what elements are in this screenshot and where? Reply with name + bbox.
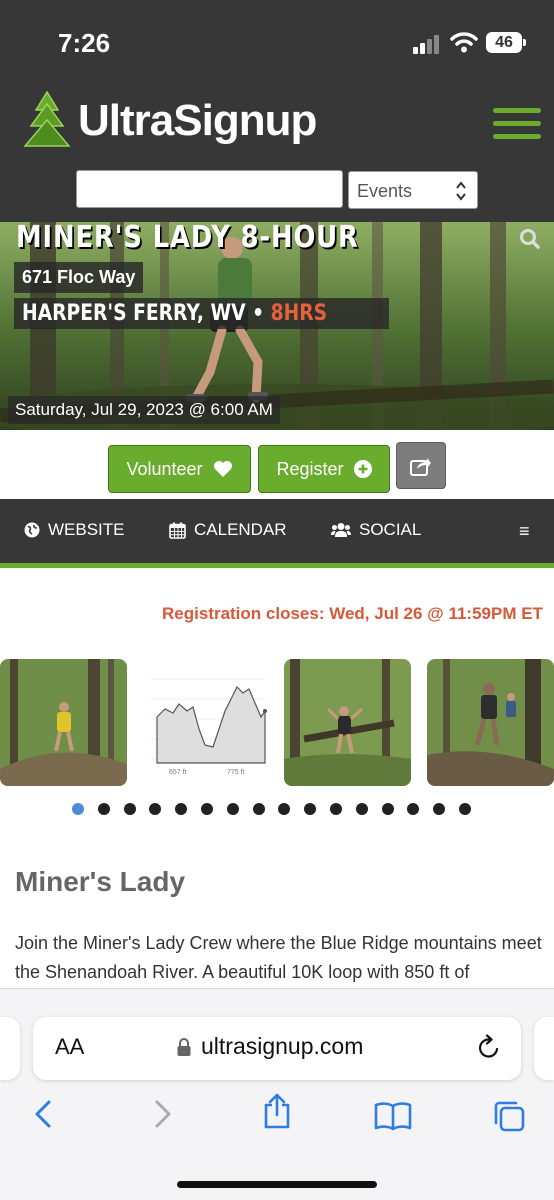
nav-calendar-label: CALENDAR: [194, 520, 287, 539]
trail-runner-photo: [0, 659, 127, 786]
location-text: HARPER'S FERRY, WV: [22, 301, 246, 326]
browser-toolbar: AA ultrasignup.com: [0, 988, 554, 1200]
carousel-elevation-chart[interactable]: 657 ft 775 ft: [143, 659, 270, 786]
previous-tab-edge[interactable]: [0, 1017, 20, 1080]
nav-website[interactable]: WEBSITE: [24, 520, 125, 540]
cellular-signal-icon: [413, 34, 443, 54]
hamburger-menu-button[interactable]: [493, 108, 541, 140]
hero-banner: MINER'S LADY 8-HOUR 671 Floc Way HARPER'…: [0, 222, 554, 430]
address-bar[interactable]: AA ultrasignup.com: [33, 1017, 521, 1080]
carousel-dot[interactable]: [175, 803, 188, 815]
share-button[interactable]: [396, 442, 446, 489]
carousel-dot[interactable]: [278, 803, 291, 815]
tabs-icon[interactable]: [492, 1099, 526, 1133]
site-header: UltraSignup Events: [0, 74, 554, 222]
trail-runner-photo: [284, 659, 411, 786]
home-indicator: [177, 1181, 377, 1188]
elevation-profile-graphic: [143, 659, 270, 786]
register-label: Register: [276, 458, 344, 479]
nav-accent-divider: [0, 563, 554, 568]
carousel-dot[interactable]: [330, 803, 342, 815]
share-sheet-icon[interactable]: [262, 1093, 292, 1129]
heart-icon: [213, 461, 232, 477]
carousel-dot[interactable]: [304, 803, 317, 815]
carousel-dot[interactable]: [123, 803, 136, 815]
plus-circle-icon: [353, 460, 372, 478]
volunteer-button[interactable]: Volunteer: [108, 445, 251, 493]
event-duration: 8HRS: [270, 301, 328, 326]
search-type-value: Events: [357, 181, 413, 201]
event-date: Saturday, Jul 29, 2023 @ 6:00 AM: [8, 396, 280, 424]
carousel-dot[interactable]: [201, 803, 213, 815]
text-size-button[interactable]: AA: [55, 1034, 84, 1060]
wifi-icon: [450, 32, 478, 53]
calendar-icon: [169, 522, 186, 539]
register-button[interactable]: Register: [258, 445, 390, 493]
volunteer-label: Volunteer: [126, 458, 203, 479]
globe-icon: [24, 522, 40, 538]
search-type-select[interactable]: Events: [348, 171, 478, 209]
event-banner-title: MINER'S LADY 8-HOUR: [16, 222, 359, 255]
carousel-dot[interactable]: [97, 803, 110, 815]
carousel-dot[interactable]: [226, 803, 239, 815]
nav-social[interactable]: SOCIAL: [331, 520, 421, 540]
carousel-dot[interactable]: [407, 803, 420, 815]
carousel-dot[interactable]: [381, 803, 394, 815]
nav-website-label: WEBSITE: [48, 520, 125, 539]
brand-logo[interactable]: UltraSignup: [78, 96, 317, 146]
nav-social-label: SOCIAL: [359, 520, 422, 539]
forward-arrow-icon[interactable]: [152, 1099, 174, 1129]
carousel-dot[interactable]: [149, 803, 162, 815]
carousel-dot[interactable]: [355, 803, 368, 815]
search-icon[interactable]: [519, 228, 541, 250]
carousel-photo-3[interactable]: [284, 659, 411, 786]
share-icon: [410, 457, 431, 476]
next-tab-edge[interactable]: [534, 1017, 554, 1080]
carousel-photo-4[interactable]: [427, 659, 554, 786]
carousel-dot[interactable]: [252, 803, 265, 815]
elevation-low-label: 657 ft: [169, 769, 187, 776]
carousel-dot[interactable]: [459, 803, 471, 815]
event-address: 671 Floc Way: [14, 262, 144, 293]
location-separator: •: [252, 301, 265, 326]
carousel-photo-1[interactable]: [0, 659, 127, 786]
reload-icon[interactable]: [477, 1034, 501, 1060]
battery-icon: 46: [486, 32, 526, 53]
back-arrow-icon[interactable]: [32, 1099, 54, 1129]
lock-icon: [177, 1038, 191, 1056]
status-bar: 7:26 46: [0, 0, 554, 74]
search-input[interactable]: [76, 170, 343, 208]
carousel-dot[interactable]: [72, 803, 84, 815]
status-time: 7:26: [58, 28, 111, 58]
url-text: ultrasignup.com: [201, 1033, 364, 1059]
users-icon: [331, 523, 351, 537]
chevron-up-down-icon: [456, 181, 466, 201]
carousel-dot[interactable]: [433, 803, 446, 815]
bookmarks-icon[interactable]: [374, 1101, 412, 1131]
trail-runners-photo: [427, 659, 554, 786]
event-location: HARPER'S FERRY, WV • 8HRS: [14, 298, 389, 329]
nav-calendar[interactable]: CALENDAR: [169, 520, 287, 540]
nav-more-menu-icon[interactable]: ≡: [519, 521, 530, 542]
elevation-high-label: 775 ft: [227, 769, 245, 776]
event-name-heading: Miner's Lady: [15, 866, 186, 897]
event-nav-bar: WEBSITE CALENDAR SOCIAL ≡: [0, 499, 554, 563]
tree-logo-icon: [23, 90, 71, 147]
registration-closes-notice: Registration closes: Wed, Jul 26 @ 11:59…: [162, 604, 543, 623]
text-size-label: AA: [55, 1034, 85, 1059]
